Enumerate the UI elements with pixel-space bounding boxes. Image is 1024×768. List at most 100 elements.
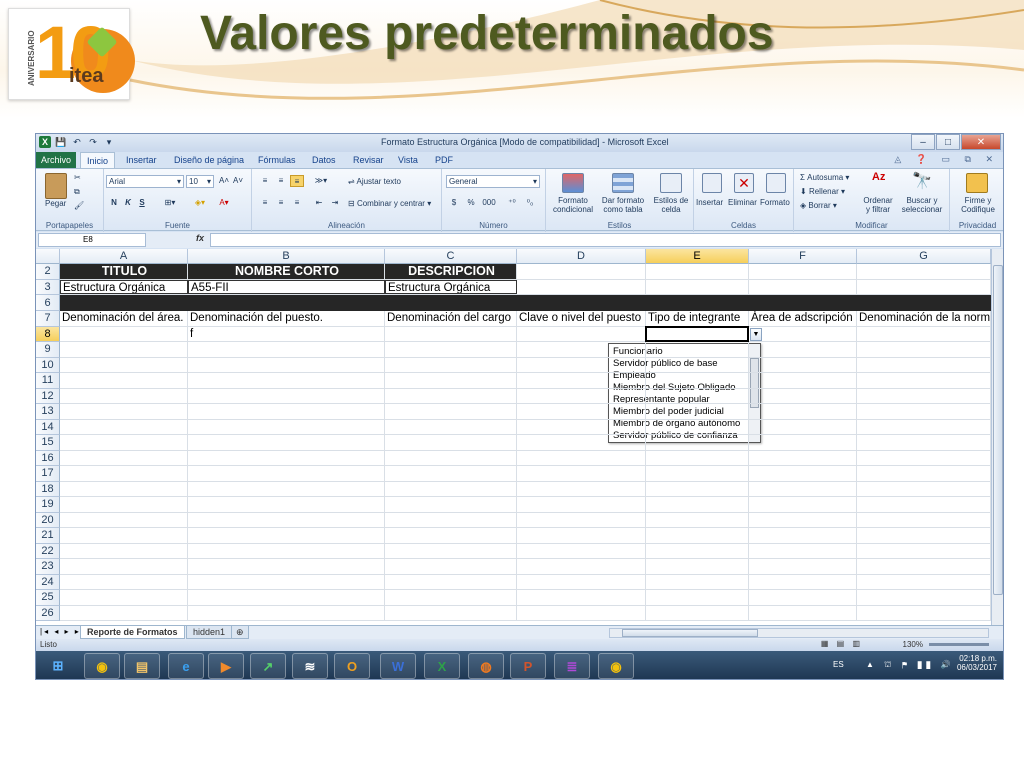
cell-b25[interactable] [188,590,385,605]
row-header-25[interactable]: 25 [36,590,60,606]
cell-c17[interactable] [385,466,517,481]
cell-a2[interactable]: TITULO [60,264,188,279]
sheet-nav-icons[interactable]: |◂ ◂ ▸ ▸| [40,627,85,636]
cell-g8[interactable] [857,326,991,341]
grow-font-icon[interactable]: A˄ [218,175,230,187]
taskbar-powerpoint-icon[interactable]: P [510,653,546,679]
format-as-table-button[interactable]: Dar formato como tabla [600,196,646,214]
insert-sheet-icon[interactable]: ⊕ [231,626,249,639]
row-header-22[interactable]: 22 [36,543,60,559]
cell-a14[interactable] [60,419,188,434]
cell-f16[interactable] [749,450,857,465]
fx-icon[interactable]: fx [196,233,204,243]
cell-c2[interactable]: DESCRIPCION [385,264,517,279]
cell-d13[interactable] [517,404,646,419]
row-header-12[interactable]: 12 [36,388,60,404]
row-header-8[interactable]: 8 [36,326,60,342]
cell-c24[interactable] [385,574,517,589]
row-header-26[interactable]: 26 [36,605,60,621]
find-select-icon[interactable]: 🔭 [912,171,932,191]
horizontal-scroll-thumb[interactable] [622,629,758,637]
cell-c18[interactable] [385,481,517,496]
cell-g24[interactable] [857,574,991,589]
cell-c13[interactable] [385,404,517,419]
cell-f22[interactable] [749,543,857,558]
cell-f2[interactable] [749,264,857,279]
cell-f14[interactable] [749,419,857,434]
row-header-11[interactable]: 11 [36,373,60,389]
row-header-9[interactable]: 9 [36,342,60,358]
row-header-15[interactable]: 15 [36,435,60,451]
taskbar-internet-explorer-icon[interactable]: e [168,653,204,679]
cell-g10[interactable] [857,357,991,372]
sheet-tab-reporte[interactable]: Reporte de Formatos [80,626,185,639]
cell-d14[interactable] [517,419,646,434]
cell-e13[interactable] [646,404,749,419]
font-color-icon[interactable]: A▾ [214,197,234,209]
cell-a8[interactable] [60,326,188,341]
active-cell-e8[interactable] [645,325,749,342]
row-header-10[interactable]: 10 [36,357,60,373]
tab-archivo[interactable]: Archivo [36,152,76,168]
cell-b24[interactable] [188,574,385,589]
format-as-table-icon[interactable] [612,173,634,193]
cell-a18[interactable] [60,481,188,496]
sort-filter-button[interactable]: Ordenar y filtrar [860,196,896,214]
cell-f11[interactable] [749,373,857,388]
cell-e18[interactable] [646,481,749,496]
cell-f17[interactable] [749,466,857,481]
cell-g22[interactable] [857,543,991,558]
cell-f24[interactable] [749,574,857,589]
cell-a13[interactable] [60,404,188,419]
cell-b8[interactable]: f [188,326,385,341]
cell-styles-icon[interactable] [660,173,682,193]
minimize-button[interactable]: – [911,134,935,150]
borders-icon[interactable]: ⊞▾ [160,197,180,209]
insert-button[interactable]: Insertar [696,198,723,207]
tab-diseno[interactable]: Diseño de página [168,152,250,168]
cell-b3[interactable]: A55-FII [188,279,385,294]
tab-inicio[interactable]: Inicio [80,152,116,169]
cell-e19[interactable] [646,497,749,512]
cell-c20[interactable] [385,512,517,527]
cell-f21[interactable] [749,528,857,543]
cell-e25[interactable] [646,590,749,605]
italic-button[interactable]: K [122,197,134,209]
cell-b17[interactable] [188,466,385,481]
row-header-21[interactable]: 21 [36,528,60,544]
cell-b7[interactable]: Denominación del puesto. [188,311,385,326]
wrap-text-button[interactable]: ⇌ Ajustar texto [348,177,401,186]
taskbar-file-explorer-icon[interactable]: ▤ [124,653,160,679]
cell-b9[interactable] [188,342,385,357]
cell-b18[interactable] [188,481,385,496]
column-header-g[interactable]: G [857,249,991,264]
bold-button[interactable]: N [108,197,120,209]
language-indicator[interactable]: ES [833,660,844,669]
cell-c26[interactable] [385,605,517,620]
cell-c7[interactable]: Denominación del cargo [385,311,517,326]
sign-encrypt-button[interactable]: Firme y Codifique [954,196,1002,214]
taskbar-media-player-icon[interactable]: ▶ [208,653,244,679]
merge-center-button[interactable]: ⊟ Combinar y centrar ▾ [348,199,431,208]
cell-d16[interactable] [517,450,646,465]
select-all-corner[interactable] [36,249,60,264]
taskbar-stock-app-icon[interactable]: ↗ [250,653,286,679]
cell-f7[interactable]: Área de adscripción [749,311,857,326]
cell-d20[interactable] [517,512,646,527]
cell-g9[interactable] [857,342,991,357]
clock[interactable]: 02:18 p.m. 06/03/2017 [957,654,997,672]
cell-b10[interactable] [188,357,385,372]
cell-a21[interactable] [60,528,188,543]
cell-g20[interactable] [857,512,991,527]
help-icons[interactable]: ◬ ❓ ▭ ⧉ ✕ [894,154,999,165]
number-format-select[interactable]: General [446,175,540,188]
column-header-e[interactable]: E [646,249,749,264]
format-cells-icon[interactable] [766,173,786,193]
cell-d26[interactable] [517,605,646,620]
cell-b16[interactable] [188,450,385,465]
undo-icon[interactable]: ↶ [71,136,83,148]
align-bottom-icon[interactable]: ≡ [290,175,304,187]
cell-d8[interactable] [517,326,646,341]
font-name-select[interactable]: Arial [106,175,184,188]
cell-a24[interactable] [60,574,188,589]
